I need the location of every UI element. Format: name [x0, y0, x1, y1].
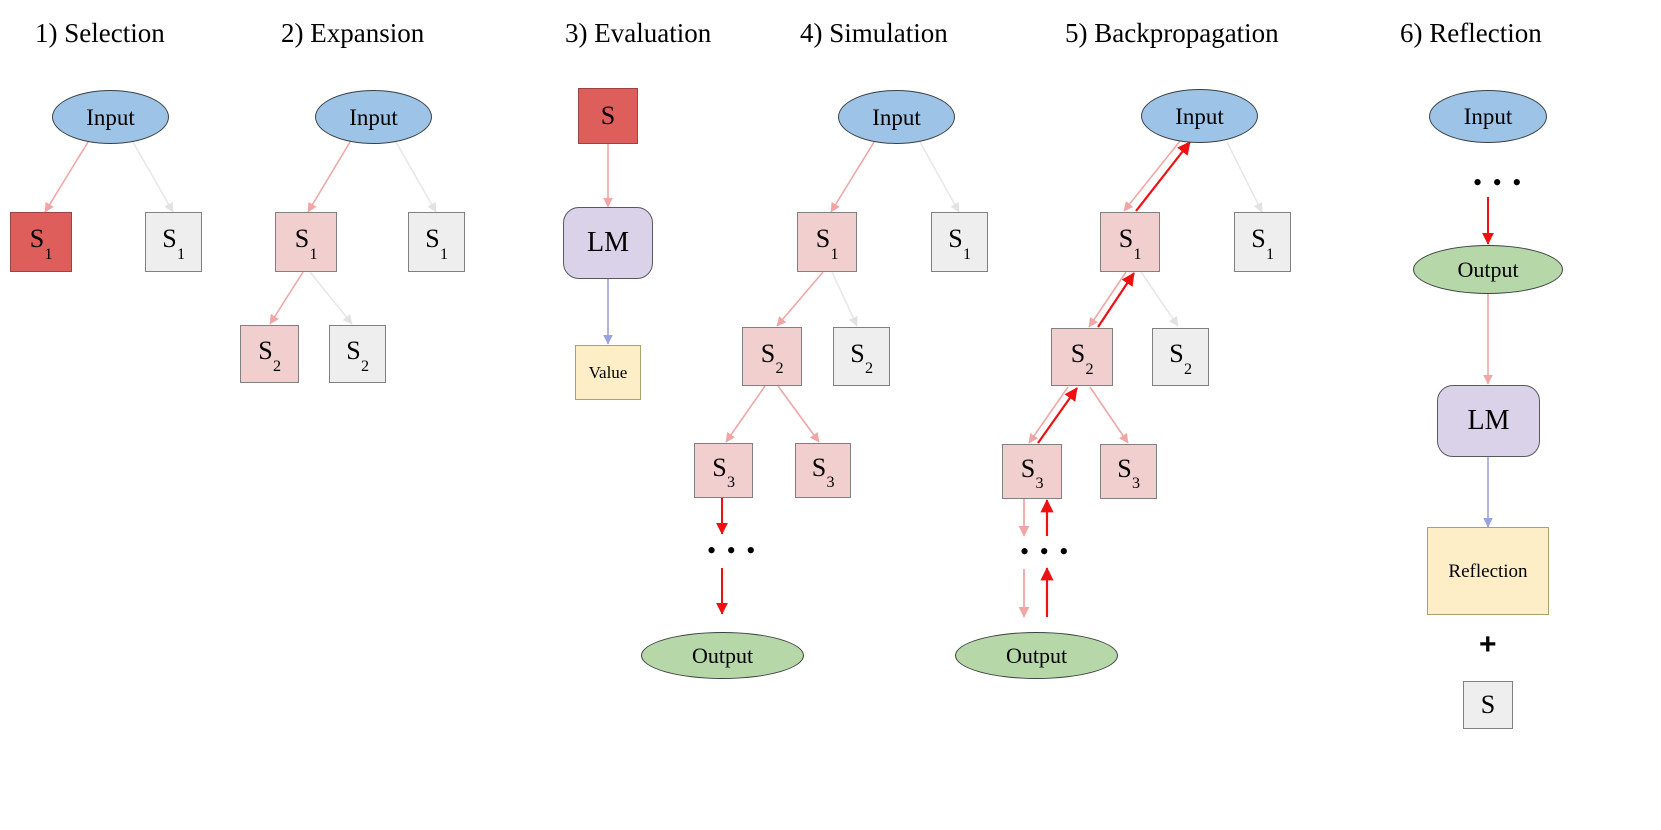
backpropagation-s1-active-node[interactable]: S1: [1100, 212, 1160, 272]
node-subscript: 1: [1133, 245, 1142, 263]
node-subscript: 3: [727, 474, 736, 492]
node-label: S3: [1117, 453, 1141, 493]
evaluation-value-node[interactable]: Value: [575, 345, 641, 400]
panel-title-selection: 1) Selection: [35, 18, 165, 48]
backpropagation-s3-left-node[interactable]: S3: [1002, 444, 1062, 499]
node-label: S1: [294, 224, 318, 263]
reflection-input-node[interactable]: Input: [1429, 90, 1547, 143]
backpropagation-s3-right-node[interactable]: S3: [1100, 444, 1157, 499]
node-label: S2: [850, 338, 874, 378]
panel-title-backpropagation: 5) Backpropagation: [1065, 18, 1279, 48]
node-label: S3: [712, 452, 736, 492]
backpropagation-ellipsis: • • •: [1020, 537, 1071, 566]
node-subscript: 1: [44, 245, 53, 263]
expansion-s1-active-node[interactable]: S1: [275, 212, 337, 272]
node-label: Reflection: [1448, 560, 1528, 582]
simulation-s2-alt-node[interactable]: S2: [833, 327, 890, 386]
evaluation-state-s-node[interactable]: S: [578, 88, 638, 144]
node-subscript: 1: [1266, 245, 1275, 263]
node-subscript: 3: [826, 474, 835, 492]
expansion-s2-alt-node[interactable]: S2: [329, 325, 386, 383]
selection-s1-selected-node[interactable]: S1: [10, 212, 72, 272]
node-label: S3: [1020, 453, 1044, 493]
node-subscript: 2: [273, 357, 282, 375]
node-subscript: 1: [963, 245, 972, 263]
node-label: LM: [1467, 405, 1510, 436]
expansion-s2-active-node[interactable]: S2: [240, 325, 299, 383]
backpropagation-s1-alt-node[interactable]: S1: [1234, 212, 1291, 272]
expansion-input-node[interactable]: Input: [315, 90, 432, 144]
node-label: Input: [86, 104, 135, 130]
node-label: Output: [1005, 642, 1068, 668]
node-subscript: 2: [361, 357, 370, 375]
node-label: S: [1480, 690, 1496, 719]
node-label: Value: [588, 363, 628, 382]
reflection-state-s-node[interactable]: S: [1463, 681, 1513, 729]
node-subscript: 2: [1085, 360, 1094, 378]
node-label: S1: [425, 224, 449, 263]
node-subscript: 3: [1035, 475, 1044, 493]
simulation-input-node[interactable]: Input: [838, 90, 955, 144]
reflection-output-node[interactable]: Output: [1413, 245, 1563, 294]
node-label: Input: [1463, 104, 1513, 129]
reflection-lm-node[interactable]: LM: [1437, 385, 1540, 457]
panel-title-reflection: 6) Reflection: [1400, 18, 1542, 48]
diagram-canvas: 1) Selection 2) Expansion 3) Evaluation …: [0, 0, 1661, 830]
node-subscript: 1: [177, 245, 186, 263]
panel-title-evaluation: 3) Evaluation: [565, 18, 712, 48]
node-label: S3: [811, 452, 835, 492]
simulation-s3-right-node[interactable]: S3: [795, 443, 851, 498]
node-label: Input: [349, 104, 398, 130]
panel-title-expansion: 2) Expansion: [281, 18, 425, 48]
expansion-s1-alt-node[interactable]: S1: [408, 212, 465, 272]
simulation-s1-active-node[interactable]: S1: [797, 212, 857, 272]
edges-selection: [44, 141, 174, 213]
evaluation-lm-node[interactable]: LM: [563, 207, 653, 279]
node-subscript: 2: [865, 360, 874, 378]
simulation-s3-left-node[interactable]: S3: [694, 443, 753, 498]
simulation-output-node[interactable]: Output: [641, 632, 804, 679]
node-label: Output: [1457, 256, 1519, 282]
node-label: S2: [1169, 339, 1193, 378]
node-subscript: 1: [830, 245, 839, 263]
node-label: S1: [162, 224, 186, 263]
reflection-ellipsis: • • •: [1473, 168, 1524, 197]
edge-layer: [44, 140, 1494, 618]
simulation-s2-active-node[interactable]: S2: [742, 327, 802, 386]
node-label: S2: [346, 336, 370, 375]
node-label: S: [600, 101, 616, 130]
node-label: S1: [1251, 224, 1275, 263]
node-subscript: 1: [440, 245, 449, 263]
node-label: S1: [1118, 224, 1142, 263]
node-label: S1: [948, 224, 972, 263]
backpropagation-output-node[interactable]: Output: [955, 632, 1118, 679]
node-label: Output: [691, 642, 754, 668]
node-label: S2: [760, 338, 784, 378]
node-label: S2: [1070, 339, 1094, 378]
backpropagation-s2-active-node[interactable]: S2: [1051, 328, 1113, 386]
backpropagation-s2-alt-node[interactable]: S2: [1152, 328, 1209, 386]
simulation-s1-alt-node[interactable]: S1: [931, 212, 988, 272]
selection-s1-alt-node[interactable]: S1: [145, 212, 202, 272]
node-label: Input: [872, 104, 921, 130]
node-label: S1: [29, 224, 53, 263]
node-subscript: 2: [775, 360, 784, 378]
node-subscript: 1: [309, 245, 318, 263]
backpropagation-input-node[interactable]: Input: [1141, 89, 1258, 143]
node-label: S2: [258, 336, 282, 375]
panel-title-simulation: 4) Simulation: [800, 18, 948, 48]
node-subscript: 3: [1132, 475, 1141, 493]
reflection-text-node[interactable]: Reflection: [1427, 527, 1549, 615]
reflection-plus-sign: +: [1479, 628, 1497, 661]
selection-input-node[interactable]: Input: [52, 90, 169, 144]
node-label: LM: [587, 227, 629, 258]
node-label: S1: [815, 224, 839, 263]
node-subscript: 2: [1184, 360, 1193, 378]
simulation-ellipsis: • • •: [707, 536, 758, 565]
node-label: Input: [1175, 103, 1224, 129]
